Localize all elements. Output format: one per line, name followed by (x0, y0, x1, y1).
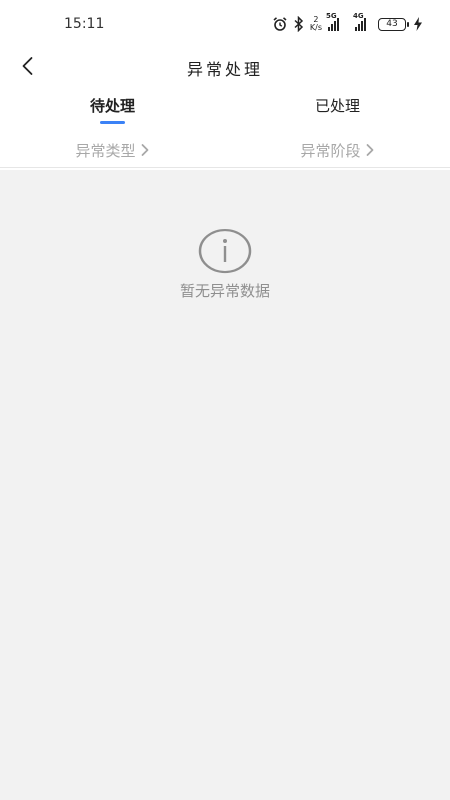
signal-5g-label: 5G (326, 12, 337, 20)
info-circle-icon (198, 228, 252, 274)
filter-exception-stage[interactable]: 异常阶段 (225, 132, 450, 168)
chevron-right-icon (141, 144, 148, 156)
network-speed: 2 K/s (310, 16, 322, 32)
battery-icon: 43 (378, 17, 409, 31)
chevron-right-icon (366, 144, 373, 156)
top-panel: 15:11 2 K/s 5G 4G 43 异常处理 待处理 已处理 异常类型 异… (0, 0, 450, 170)
status-time: 15:11 (64, 16, 105, 32)
filter-bar: 异常类型 异常阶段 (0, 132, 450, 168)
filter-exception-type-label: 异常类型 (75, 141, 136, 160)
filter-exception-stage-label: 异常阶段 (300, 141, 361, 160)
app-header: 异常处理 (0, 48, 450, 88)
tab-processed[interactable]: 已处理 (225, 92, 450, 128)
tab-processed-label: 已处理 (314, 97, 360, 115)
page-title: 异常处理 (186, 60, 263, 79)
empty-state-message: 暂无异常数据 (179, 282, 270, 300)
bluetooth-icon (294, 16, 304, 32)
signal-5g-icon: 5G (326, 12, 339, 31)
signal-4g-label: 4G (353, 12, 364, 20)
tab-bar: 待处理 已处理 (0, 92, 450, 128)
active-tab-indicator (100, 121, 125, 124)
status-icons: 2 K/s 5G 4G 43 (272, 12, 422, 33)
status-bar: 15:11 2 K/s 5G 4G 43 (0, 0, 450, 48)
alarm-icon (272, 16, 288, 32)
empty-state: 暂无异常数据 (0, 228, 450, 308)
tab-pending-label: 待处理 (89, 97, 135, 115)
network-speed-unit: K/s (309, 23, 322, 32)
charging-icon (414, 17, 422, 31)
filter-exception-type[interactable]: 异常类型 (0, 132, 225, 168)
battery-level: 43 (386, 19, 398, 29)
signal-4g-icon: 4G (353, 12, 366, 31)
